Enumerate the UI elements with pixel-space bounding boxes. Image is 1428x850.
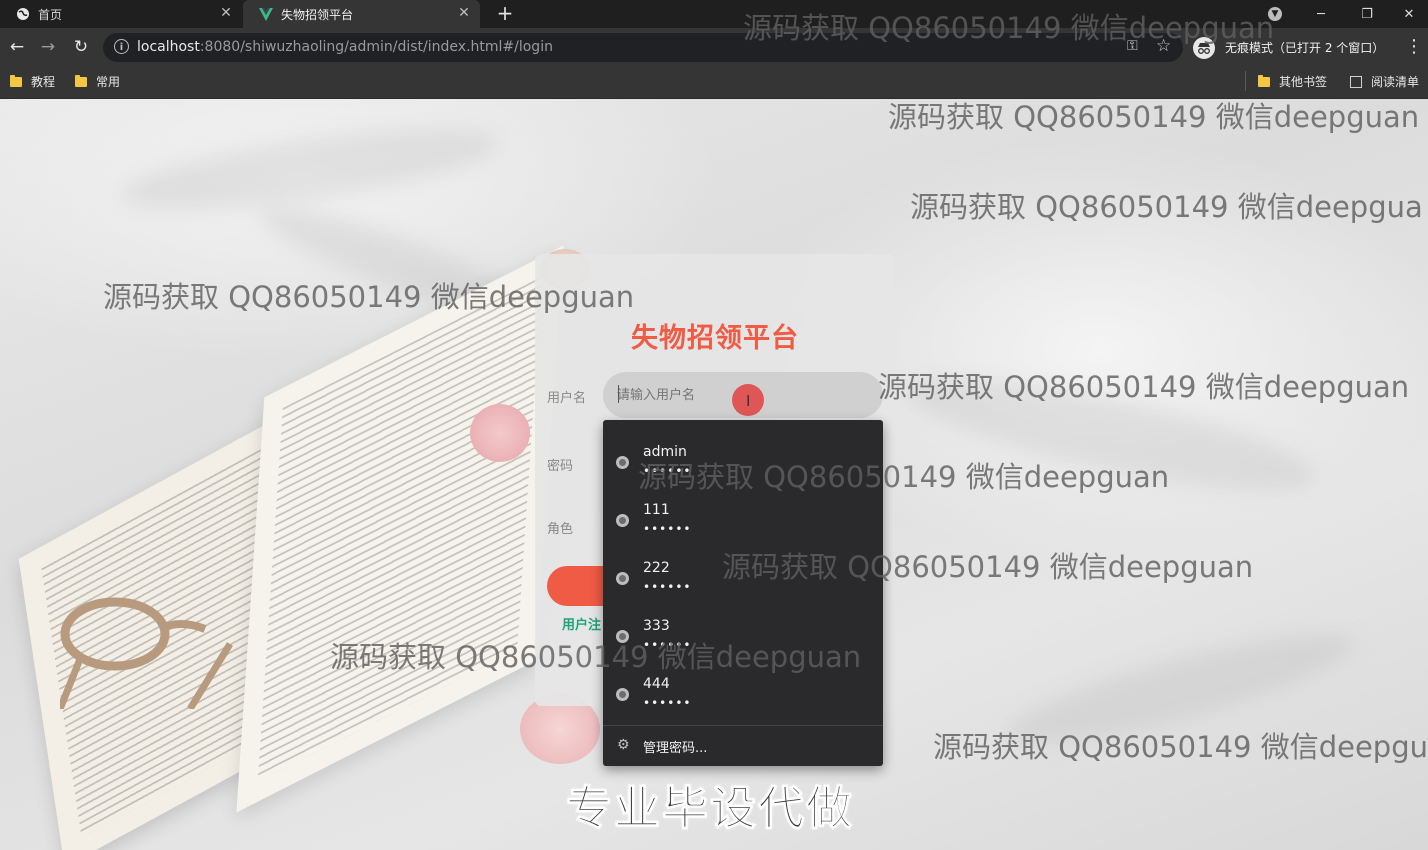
close-tab-icon[interactable]: ✕ xyxy=(456,5,472,21)
page-title: 失物招领平台 xyxy=(631,323,799,354)
more-menu-icon[interactable]: ⋮ xyxy=(1405,36,1423,58)
tab-home[interactable]: 首页 ✕ xyxy=(0,0,242,28)
bookmark-folder-tutorial[interactable]: 教程 xyxy=(10,73,55,90)
watermark-text: 源码获取 QQ86050149 微信deepguan xyxy=(103,280,635,314)
watermark-text: 源码获取 QQ86050149 微信deepguan xyxy=(743,11,1275,45)
vue-logo-icon xyxy=(259,7,273,21)
folder-icon xyxy=(1258,74,1270,87)
register-link[interactable]: 用户注 xyxy=(562,614,601,633)
url-text[interactable]: localhost:8080/shiwuzhaoling/admin/dist/… xyxy=(137,39,553,55)
gear-icon: ⚙ xyxy=(617,737,630,753)
saved-password-mask: •••••• xyxy=(643,580,692,594)
globe-icon xyxy=(616,688,629,701)
watermark-text: 源码获取 QQ86050149 微信deepguan xyxy=(888,100,1420,134)
role-label: 角色 xyxy=(547,522,574,537)
tab-label: 首页 xyxy=(38,7,63,22)
close-tab-icon[interactable]: ✕ xyxy=(218,5,234,21)
other-bookmarks[interactable]: 其他书签 xyxy=(1258,73,1327,90)
watermark-text: 源码获取 QQ86050149 微信deepguan xyxy=(878,370,1410,404)
text-cursor-icon: Ι xyxy=(746,392,751,410)
login-button[interactable] xyxy=(547,566,607,606)
back-button[interactable]: ← xyxy=(6,36,28,58)
username-label: 用户名 xyxy=(547,391,587,406)
saved-password-mask: •••••• xyxy=(643,522,692,536)
sheet-fold xyxy=(117,112,503,226)
text-caret xyxy=(618,385,619,403)
saved-username: 444 xyxy=(643,676,670,692)
rose-flower-image xyxy=(470,404,530,462)
saved-password-mask: •••••• xyxy=(643,696,692,710)
password-label: 密码 xyxy=(547,459,574,474)
bookmark-folder-common[interactable]: 常用 xyxy=(75,73,120,90)
globe-icon xyxy=(616,456,629,469)
eyeglasses-image xyxy=(60,597,233,709)
new-tab-button[interactable]: + xyxy=(494,3,516,25)
globe-icon xyxy=(616,514,629,527)
globe-icon xyxy=(16,7,30,21)
reload-button[interactable]: ↻ xyxy=(70,36,92,58)
saved-username: 333 xyxy=(643,618,670,634)
watermark-text: 源码获取 QQ86050149 微信deepgua xyxy=(910,190,1423,224)
saved-username: 222 xyxy=(643,560,670,576)
bookmark-separator xyxy=(1245,71,1246,91)
site-info-icon[interactable]: i xyxy=(114,39,129,54)
folder-icon xyxy=(10,74,22,87)
close-window-button[interactable]: ✕ xyxy=(1390,0,1428,28)
folder-icon xyxy=(75,74,87,87)
tab-label: 失物招领平台 xyxy=(281,7,354,22)
manage-passwords-item[interactable]: ⚙ 管理密码... xyxy=(603,726,883,766)
tab-active[interactable]: 失物招领平台 ✕ xyxy=(243,0,480,28)
saved-username: 111 xyxy=(643,502,670,518)
reading-list-icon xyxy=(1350,75,1362,88)
minimize-button[interactable]: ─ xyxy=(1298,0,1344,28)
watermark-text: 源码获取 QQ86050149 微信deepguan xyxy=(638,460,1170,494)
watermark-text: 源码获取 QQ86050149 微信deepguan xyxy=(722,550,1254,584)
forward-button[interactable]: → xyxy=(37,36,59,58)
banner-watermark: 专业毕设代做 xyxy=(566,781,854,836)
globe-icon xyxy=(616,572,629,585)
book-right-page xyxy=(236,245,564,813)
reading-list[interactable]: 阅读清单 xyxy=(1350,73,1419,90)
restore-button[interactable]: ❐ xyxy=(1344,0,1390,28)
watermark-text: 源码获取 QQ86050149 微信deepguan xyxy=(330,640,862,674)
watermark-text: 源码获取 QQ86050149 微信deepgu xyxy=(933,730,1428,764)
